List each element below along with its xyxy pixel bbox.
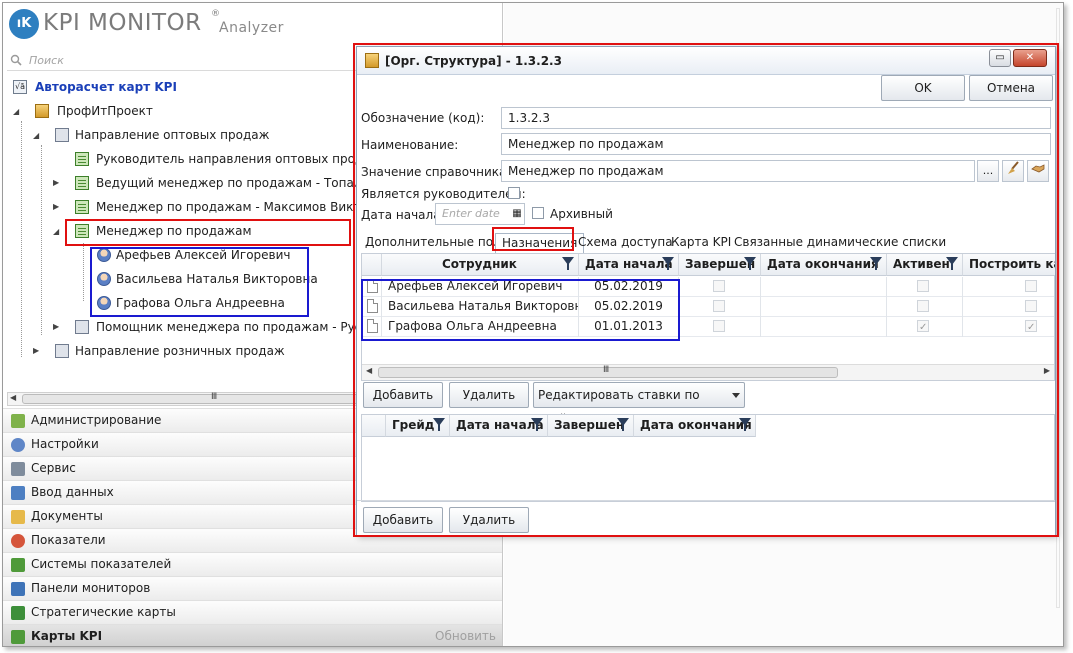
app-window: ıK KPI MONITOR ® Analyzer Поиск √ā Автор… bbox=[2, 2, 1064, 647]
nav-label: Стратегические карты bbox=[31, 605, 176, 619]
position-icon bbox=[75, 176, 89, 190]
highlight-assigned-employees bbox=[90, 247, 309, 317]
position-icon bbox=[75, 152, 89, 166]
nav-kpi-cards[interactable]: Карты KPI Обновить bbox=[3, 624, 502, 646]
cube-icon bbox=[11, 414, 25, 428]
department-icon bbox=[55, 128, 69, 142]
expand-arrow-icon[interactable]: ▶ bbox=[53, 202, 62, 211]
hierarchy-icon bbox=[11, 558, 25, 572]
formula-icon: √ā bbox=[13, 80, 27, 94]
folder-icon bbox=[11, 510, 25, 524]
kpi-card-icon bbox=[11, 630, 25, 644]
nav-label: Карты KPI bbox=[31, 629, 103, 643]
highlight-selected-position bbox=[65, 219, 351, 246]
nav-label: Системы показателей bbox=[31, 557, 172, 571]
expand-arrow-icon[interactable]: ▶ bbox=[33, 346, 42, 355]
expand-arrow-icon[interactable]: ▶ bbox=[53, 322, 62, 331]
department-icon bbox=[55, 344, 69, 358]
position-icon bbox=[75, 200, 89, 214]
tree-item-label: Менеджер по продажам - Максимов Виктор А bbox=[96, 200, 388, 214]
nav-label: Администрирование bbox=[31, 413, 162, 427]
position-icon bbox=[75, 320, 89, 334]
tree-item-label: Руководитель направления оптовых продаж bbox=[96, 152, 382, 166]
tools-icon bbox=[11, 462, 25, 476]
logo-icon: ıK bbox=[9, 9, 39, 39]
collapse-arrow-icon[interactable]: ◢ bbox=[53, 227, 62, 236]
gauge-icon bbox=[11, 534, 25, 548]
tree-root-label: Авторасчет карт KPI bbox=[35, 80, 177, 94]
nav-label: Сервис bbox=[31, 461, 76, 475]
tree-item-label: Ведущий менеджер по продажам - Топалова … bbox=[96, 176, 396, 190]
nav-label: Настройки bbox=[31, 437, 99, 451]
scroll-left-arrow-icon[interactable]: ◀ bbox=[10, 393, 16, 402]
tree-item-label: ПрофИтПроект bbox=[57, 104, 153, 118]
organization-icon bbox=[35, 104, 49, 118]
refresh-link[interactable]: Обновить bbox=[435, 625, 496, 646]
nav-label: Документы bbox=[31, 509, 103, 523]
logo-registered-mark: ® bbox=[211, 9, 220, 19]
nav-strategy-maps[interactable]: Стратегические карты bbox=[3, 600, 502, 624]
dashboard-icon bbox=[11, 582, 25, 596]
nav-monitor-panels[interactable]: Панели мониторов bbox=[3, 576, 502, 600]
nav-label: Ввод данных bbox=[31, 485, 114, 499]
strategy-map-icon bbox=[11, 606, 25, 620]
tree-item-label: Помощник менеджера по продажам - Русаков bbox=[96, 320, 391, 334]
highlight-dialog bbox=[353, 43, 1059, 537]
search-input[interactable]: Поиск bbox=[29, 54, 64, 67]
nav-label: Показатели bbox=[31, 533, 106, 547]
collapse-arrow-icon[interactable]: ◢ bbox=[13, 107, 22, 116]
gears-icon bbox=[11, 438, 25, 452]
collapse-arrow-icon[interactable]: ◢ bbox=[33, 131, 42, 140]
search-icon bbox=[10, 54, 22, 69]
nav-label: Панели мониторов bbox=[31, 581, 151, 595]
logo-subtitle: Analyzer bbox=[219, 20, 284, 36]
tree-item-label: Направление розничных продаж bbox=[75, 344, 285, 358]
nav-indicator-systems[interactable]: Системы показателей bbox=[3, 552, 502, 576]
tree-item-label: Направление оптовых продаж bbox=[75, 128, 270, 142]
data-entry-icon bbox=[11, 486, 25, 500]
expand-arrow-icon[interactable]: ▶ bbox=[53, 178, 62, 187]
logo-title: KPI MONITOR bbox=[43, 10, 202, 36]
